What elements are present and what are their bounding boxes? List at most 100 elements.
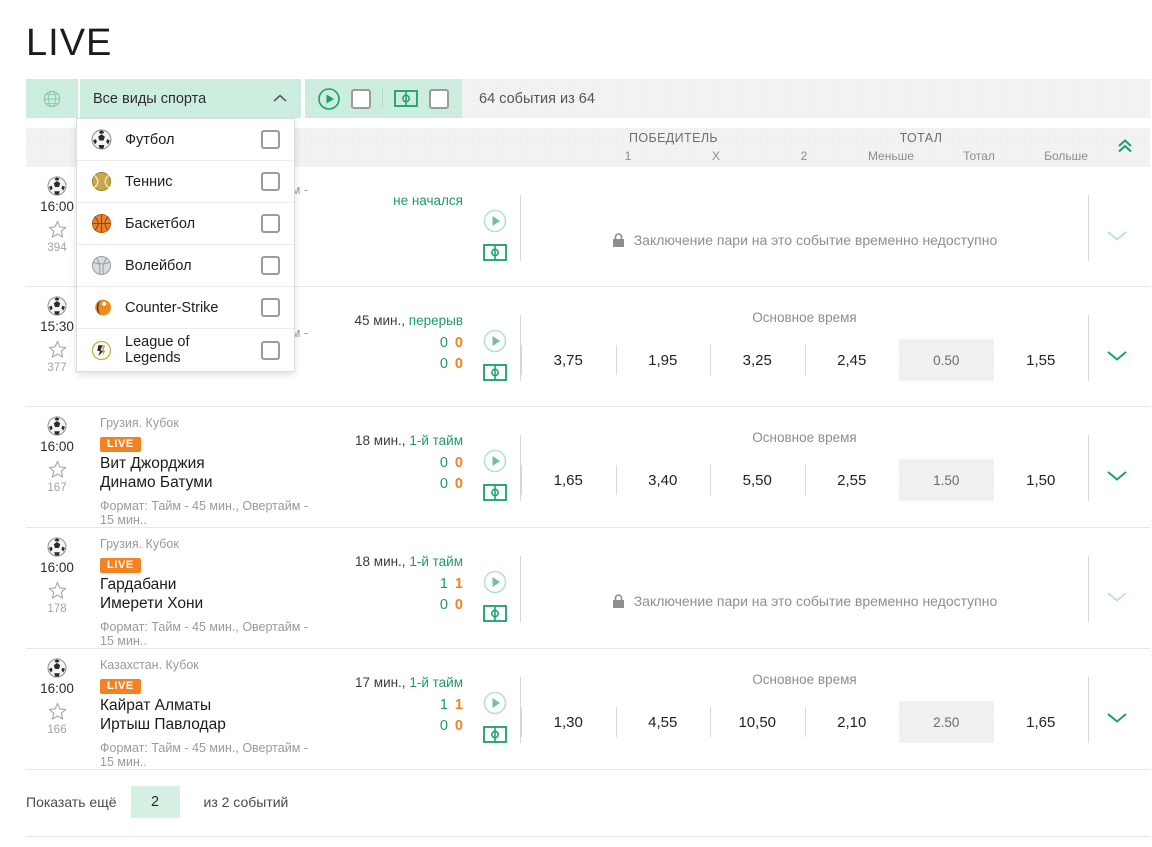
- dropdown-item-checkbox[interactable]: [261, 172, 280, 191]
- event-odds: Основное время 3,75 1,95 3,25 2,45 0.50 …: [521, 287, 1088, 406]
- odd-cell-1[interactable]: 1,30: [521, 701, 616, 743]
- odd-cell-less[interactable]: 2,45: [804, 339, 900, 381]
- football-icon: [47, 658, 67, 678]
- expand-divider: [1088, 677, 1089, 743]
- dropdown-item-checkbox[interactable]: [261, 340, 280, 360]
- dropdown-item-label: Волейбол: [125, 257, 192, 274]
- odd-cell-2[interactable]: 3,25: [710, 339, 805, 381]
- match-tracker-icon[interactable]: [483, 726, 507, 743]
- dropdown-item-0[interactable]: Футбол: [77, 119, 294, 161]
- football-icon: [47, 537, 67, 557]
- dropdown-item-label: League of Legends: [125, 334, 190, 366]
- event-row: 16:00 178 Грузия. Кубок LIVE Гардабани И…: [26, 528, 1150, 649]
- odd-cell-less[interactable]: 2,10: [804, 701, 900, 743]
- favorite-star-icon[interactable]: [48, 460, 67, 479]
- play-circle-icon[interactable]: [483, 691, 507, 715]
- event-row: 16:00 167 Грузия. Кубок LIVE Вит Джорджи…: [26, 407, 1150, 528]
- expand-divider: [1088, 195, 1089, 261]
- score-home-b: 1: [454, 697, 463, 713]
- event-status-line: 18 мин., 1-й тайм: [325, 433, 521, 448]
- column-label-2: 2: [800, 149, 808, 163]
- event-status: не начался: [325, 167, 521, 286]
- chevron-double-up-icon[interactable]: [1116, 138, 1134, 154]
- odd-cell-more[interactable]: 1,65: [994, 701, 1089, 743]
- market-title: Основное время: [752, 310, 857, 325]
- event-info: Казахстан. Кубок LIVE Кайрат Алматы Ирты…: [88, 649, 325, 769]
- favorite-star-icon[interactable]: [48, 702, 67, 721]
- column-label-less: Меньше: [868, 149, 914, 163]
- event-status: 18 мин., 1-й тайм 11 00: [325, 528, 521, 648]
- match-tracker-icon[interactable]: [483, 364, 507, 381]
- event-id: 167: [47, 482, 67, 494]
- odd-cell-x[interactable]: 3,40: [615, 459, 711, 501]
- odd-cell-1[interactable]: 1,65: [521, 459, 616, 501]
- event-expand: [1088, 407, 1150, 527]
- odd-cell-2[interactable]: 5,50: [710, 459, 805, 501]
- expand-chevron-icon[interactable]: [1106, 349, 1128, 362]
- event-minutes: 18 мин.,: [355, 433, 406, 448]
- event-meta: 16:00 166: [26, 649, 88, 769]
- expand-divider: [1088, 315, 1089, 381]
- video-filter-checkbox[interactable]: [351, 88, 371, 109]
- odd-cell-1[interactable]: 3,75: [521, 339, 616, 381]
- column-group-total: ТОТАЛ: [899, 131, 943, 145]
- dropdown-item-checkbox[interactable]: [261, 130, 280, 149]
- football-icon: [47, 416, 67, 436]
- favorite-star-icon[interactable]: [48, 340, 67, 359]
- dropdown-item-5[interactable]: League of Legends: [77, 329, 294, 371]
- play-circle-icon[interactable]: [318, 87, 340, 110]
- match-tracker-icon[interactable]: [483, 605, 507, 622]
- dropdown-item-label: Теннис: [125, 173, 173, 190]
- dropdown-item-checkbox[interactable]: [261, 214, 280, 233]
- live-badge: LIVE: [100, 437, 141, 452]
- volleyball-icon: [91, 255, 112, 276]
- odd-cell-more[interactable]: 1,55: [994, 339, 1089, 381]
- team-home: Вит Джорджия: [100, 455, 205, 472]
- match-tracker-icon[interactable]: [394, 90, 418, 107]
- play-circle-icon[interactable]: [483, 449, 507, 473]
- play-circle-icon[interactable]: [483, 329, 507, 353]
- play-circle-icon[interactable]: [483, 570, 507, 594]
- favorite-star-icon[interactable]: [48, 581, 67, 600]
- dropdown-item-2[interactable]: Баскетбол: [77, 203, 294, 245]
- dropdown-item-1[interactable]: Теннис: [77, 161, 294, 203]
- show-more-amount[interactable]: 2: [130, 786, 180, 818]
- odd-cell-2[interactable]: 10,50: [710, 701, 805, 743]
- match-tracker-icon[interactable]: [483, 244, 507, 261]
- odd-cell-more[interactable]: 1,50: [994, 459, 1089, 501]
- event-media-icons: [483, 570, 507, 622]
- event-format: Формат: Тайм - 45 мин., Овертайм - 15 ми…: [100, 741, 308, 769]
- score-home-b: 0: [454, 335, 463, 351]
- event-status-line: не начался: [325, 193, 521, 208]
- expand-chevron-icon[interactable]: [1106, 229, 1128, 242]
- column-label-x: X: [711, 149, 720, 163]
- chevron-up-icon: [273, 94, 287, 102]
- tracker-filter-checkbox[interactable]: [429, 88, 449, 109]
- score-away-b: 0: [454, 356, 463, 372]
- dropdown-item-checkbox[interactable]: [261, 256, 280, 275]
- dropdown-item-3[interactable]: Волейбол: [77, 245, 294, 287]
- globe-filter-button[interactable]: [26, 79, 78, 118]
- odd-cell-less[interactable]: 2,55: [804, 459, 900, 501]
- events-count: 64 события из 64: [479, 90, 595, 107]
- expand-chevron-icon[interactable]: [1106, 469, 1128, 482]
- filter-toolbar: Все виды спорта 64 события из 64: [26, 79, 1150, 118]
- odd-cell-x[interactable]: 1,95: [615, 339, 711, 381]
- sport-selector[interactable]: Все виды спорта: [78, 79, 301, 118]
- team-away: Имерети Хони: [100, 595, 204, 612]
- match-tracker-icon[interactable]: [483, 484, 507, 501]
- play-circle-icon[interactable]: [483, 209, 507, 233]
- unavailable-text: Заключение пари на это событие временно …: [633, 593, 998, 609]
- expand-chevron-icon[interactable]: [1106, 590, 1128, 603]
- lock-icon: [612, 593, 624, 608]
- dropdown-item-4[interactable]: Counter-Strike: [77, 287, 294, 329]
- expand-chevron-icon[interactable]: [1106, 711, 1128, 724]
- football-icon: [47, 176, 67, 196]
- odd-cell-x[interactable]: 4,55: [615, 701, 711, 743]
- score-away-a: 0: [439, 476, 448, 492]
- event-odds: Заключение пари на это событие временно …: [521, 167, 1088, 286]
- tennis-ball-icon: [91, 171, 112, 192]
- league-of-legends-icon: [91, 340, 112, 360]
- favorite-star-icon[interactable]: [48, 220, 67, 239]
- dropdown-item-checkbox[interactable]: [261, 298, 280, 317]
